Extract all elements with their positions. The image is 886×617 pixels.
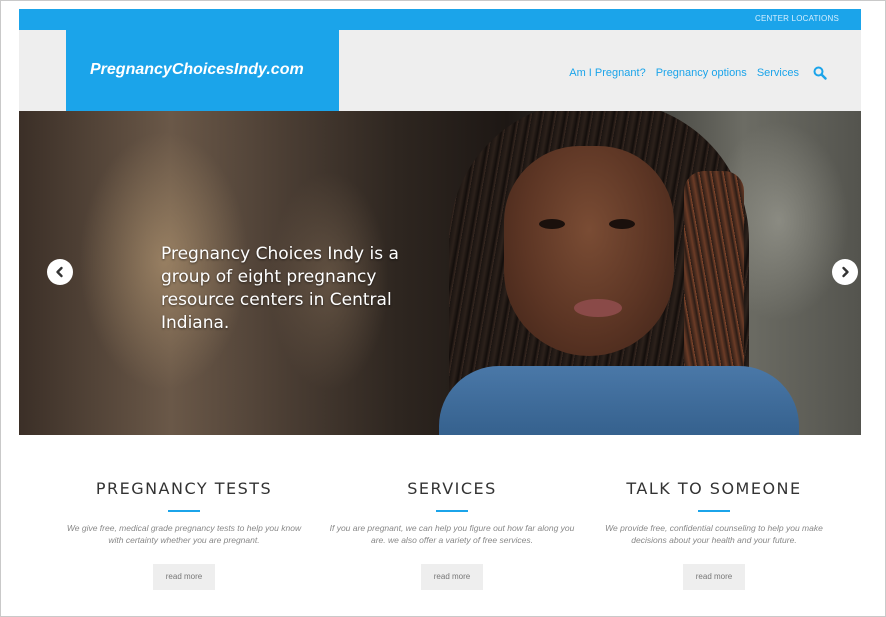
center-locations-link[interactable]: CENTER LOCATIONS (755, 14, 839, 23)
denim-shirt (439, 366, 799, 435)
browser-page: CENTER LOCATIONS PregnancyChoicesIndy.co… (0, 0, 886, 617)
nav-am-i-pregnant[interactable]: Am I Pregnant? (569, 67, 645, 79)
read-more-button[interactable]: read more (421, 564, 483, 590)
face (504, 146, 674, 356)
hero-photo-woman (439, 111, 799, 435)
search-icon[interactable] (813, 66, 827, 80)
chevron-left-icon (56, 266, 63, 278)
nav-pregnancy-options[interactable]: Pregnancy options (656, 67, 747, 79)
divider (698, 510, 730, 512)
slider-prev-button[interactable] (47, 259, 73, 285)
main-nav: Am I Pregnant? Pregnancy options Service… (569, 66, 827, 80)
divider (436, 510, 468, 512)
nav-services[interactable]: Services (757, 67, 799, 79)
logo-text: PregnancyChoicesIndy.com (90, 61, 304, 78)
feature-pregnancy-tests: PREGNANCY TESTS We give free, medical gr… (49, 435, 319, 590)
feature-section: PREGNANCY TESTS We give free, medical gr… (19, 435, 861, 616)
feature-text: We provide free, confidential counseling… (605, 523, 823, 545)
read-more-button[interactable]: read more (683, 564, 745, 590)
feature-title: SERVICES (407, 479, 497, 498)
eye (609, 219, 635, 229)
feature-text: We give free, medical grade pregnancy te… (66, 523, 302, 545)
feature-title: PREGNANCY TESTS (95, 479, 273, 498)
logo[interactable]: PregnancyChoicesIndy.com (66, 30, 339, 111)
site-header: PregnancyChoicesIndy.com Am I Pregnant? … (19, 30, 861, 111)
top-bar: CENTER LOCATIONS (19, 9, 861, 30)
chevron-right-icon (842, 266, 849, 278)
eye (539, 219, 565, 229)
lips (574, 299, 622, 317)
hero-slider: Pregnancy Choices Indy is a group of eig… (19, 111, 861, 435)
divider (168, 510, 200, 512)
feature-services: SERVICES If you are pregnant, we can hel… (317, 435, 587, 590)
feature-talk-to-someone: TALK TO SOMEONE We provide free, confide… (579, 435, 849, 590)
feature-text: If you are pregnant, we can help you fig… (329, 523, 575, 545)
read-more-button[interactable]: read more (153, 564, 215, 590)
feature-title: TALK TO SOMEONE (626, 479, 802, 498)
slider-next-button[interactable] (832, 259, 858, 285)
hero-headline: Pregnancy Choices Indy is a group of eig… (161, 244, 399, 333)
